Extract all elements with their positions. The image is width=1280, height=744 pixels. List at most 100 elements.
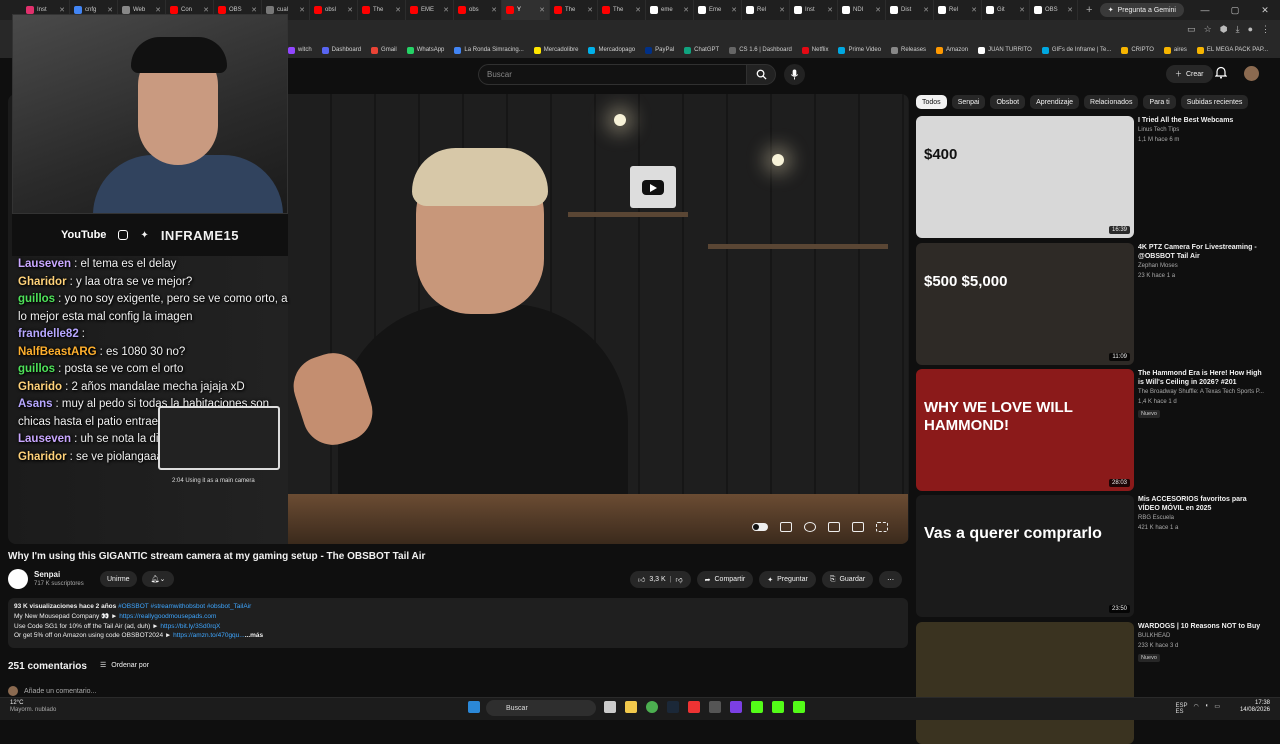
bookmark-item[interactable]: JUAN TURRITO [978,46,1032,54]
browser-tab[interactable]: OBS ✕ [1030,0,1078,20]
tab-close-icon[interactable]: ✕ [731,6,737,14]
recommendation-item[interactable]: $400 16:39 I Tried All the Best Webcams Lin… [916,116,1266,238]
fullscreen-icon[interactable] [876,522,888,532]
filter-chip[interactable]: Senpai [951,95,986,109]
recommendation-item[interactable]: WARDOGS | 10 Reasons NOT to Buy BULKHEAD 2… [916,622,1266,744]
tab-close-icon[interactable]: ✕ [107,6,113,14]
chrome-icon[interactable] [646,701,658,713]
recommendation-title[interactable]: 4K PTZ Camera For Livestreaming - @OBSBO… [1138,243,1266,261]
recommendation-thumbnail[interactable]: $400 16:39 [916,116,1134,238]
cast-icon[interactable]: ▭ [1187,24,1196,35]
tab-close-icon[interactable]: ✕ [779,6,785,14]
create-button[interactable]: ＋ Crear [1166,65,1213,83]
browser-tab[interactable]: NDI ✕ [838,0,886,20]
browser-tab[interactable]: obs ✕ [454,0,502,20]
steam-icon[interactable] [667,701,679,713]
recommendation-channel[interactable]: RBG Escuela [1138,515,1174,521]
description-link[interactable]: https://reallygoodmousepads.com [119,613,216,620]
video-description[interactable]: 93 K visualizaciones hace 2 años #OBSBOT… [8,598,908,648]
search-input[interactable]: Buscar [478,64,746,85]
weather-widget[interactable]: 12°C Mayorm. nublado [10,700,56,714]
kick-icon[interactable] [793,701,805,713]
sort-comments-button[interactable]: ☰ Ordenar por [100,661,149,670]
extension-icon[interactable]: ⬢ [1220,24,1228,35]
notifications-button[interactable] [1214,66,1228,82]
bookmark-item[interactable]: Netflix [801,46,828,54]
filter-chip[interactable]: Para ti [1143,95,1176,109]
recommendation-item[interactable]: Vas a querer comprarlo 23:50 Mis ACCESORIO… [916,495,1266,617]
filter-chip[interactable]: Relacionados [1084,95,1139,109]
task-view-icon[interactable] [604,701,616,713]
new-tab-button[interactable]: + [1078,4,1100,16]
bookmark-item[interactable]: Mercadopago [588,46,635,54]
recommendation-thumbnail[interactable] [916,622,1134,744]
theater-icon[interactable] [852,522,864,532]
filter-chip[interactable]: Todos [916,95,947,109]
bookmark-item[interactable]: Amazon [936,46,968,54]
browser-tab[interactable]: Rel ✕ [934,0,982,20]
kick-icon[interactable] [772,701,784,713]
hashtags[interactable]: #OBSBOT #streamwithobsbot #obsbot_TailAi… [118,603,251,610]
bookmark-item[interactable]: Mercadolibre [533,46,578,54]
tab-close-icon[interactable]: ✕ [203,6,209,14]
recommendation-channel[interactable]: Linus Tech Tips [1138,127,1179,133]
bookmark-item[interactable]: witch [288,46,312,54]
tab-close-icon[interactable]: ✕ [395,6,401,14]
recommendation-channel[interactable]: BULKHEAD [1138,633,1170,639]
more-actions-button[interactable]: ⋯ [879,571,903,588]
tab-close-icon[interactable]: ✕ [635,6,641,14]
menu-icon[interactable]: ⋮ [1261,24,1270,35]
tab-close-icon[interactable]: ✕ [827,6,833,14]
account-avatar[interactable] [1244,66,1259,81]
subscription-bell-button[interactable]: 🔔︎ ⌄ [142,571,174,587]
bookmark-item[interactable]: PayPal [645,46,674,54]
tab-close-icon[interactable]: ✕ [1019,6,1025,14]
bookmark-item[interactable]: Releases [891,46,926,54]
minimize-icon[interactable]: — [1190,0,1220,20]
browser-tab[interactable]: The ✕ [358,0,406,20]
bookmark-item[interactable]: ChatGPT [684,46,719,54]
save-button[interactable]: ⎘ Guardar [821,571,874,588]
filter-chip[interactable]: Aprendizaje [1030,95,1080,109]
bookmark-item[interactable]: CS 1.6 | Dashboard [729,46,792,54]
voice-search-button[interactable] [784,64,805,85]
tab-close-icon[interactable]: ✕ [683,6,689,14]
tab-close-icon[interactable]: ✕ [539,6,545,14]
browser-tab[interactable]: The ✕ [550,0,598,20]
gemini-button[interactable]: ✦ Pregunta a Gemini [1099,3,1184,17]
tab-close-icon[interactable]: ✕ [923,6,929,14]
browser-tab[interactable]: Y ✕ [502,0,550,20]
bookmark-item[interactable]: GIFs de Inframe | Te... [1041,46,1111,54]
tab-close-icon[interactable]: ✕ [347,6,353,14]
filter-chip[interactable]: Subidas recientes [1180,95,1249,109]
star-icon[interactable]: ☆ [1204,24,1212,35]
tab-close-icon[interactable]: ✕ [443,6,449,14]
tab-close-icon[interactable]: ✕ [155,6,161,14]
tab-close-icon[interactable]: ✕ [587,6,593,14]
recommendation-title[interactable]: WARDOGS | 10 Reasons NOT to Buy [1138,622,1266,631]
channel-name[interactable]: Senpai [34,570,60,579]
browser-tab[interactable]: The ✕ [598,0,646,20]
bookmark-item[interactable]: Dashboard [321,46,361,54]
browser-tab[interactable]: Rel ✕ [742,0,790,20]
recommendation-thumbnail[interactable]: WHY WE LOVE WILL HAMMOND! 28:03 [916,369,1134,491]
bookmark-item[interactable]: WhatsApp [406,46,444,54]
ask-button[interactable]: ✦ Preguntar [759,571,816,588]
join-button[interactable]: Unirme [100,571,137,587]
app-icon[interactable] [709,701,721,713]
browser-tab[interactable]: Git ✕ [982,0,1030,20]
taskbar-search[interactable]: Buscar [486,700,596,716]
download-icon[interactable]: ⤓ [1236,24,1240,35]
recommendation-channel[interactable]: The Broadway Shuffle: A Texas Tech Sport… [1138,389,1264,395]
kick-icon[interactable] [751,701,763,713]
profile-icon[interactable]: ● [1248,24,1253,35]
tab-close-icon[interactable]: ✕ [299,6,305,14]
file-explorer-icon[interactable] [625,701,637,713]
browser-tab[interactable]: Dist ✕ [886,0,934,20]
description-link[interactable]: https://bit.ly/3Sd0rqX [160,623,220,630]
recommendation-item[interactable]: WHY WE LOVE WILL HAMMOND! 28:03 The Hammon… [916,369,1266,491]
maximize-icon[interactable]: ▢ [1220,0,1250,20]
subtitles-icon[interactable] [780,522,792,532]
browser-tab[interactable]: obsl ✕ [310,0,358,20]
settings-icon[interactable] [804,522,816,532]
